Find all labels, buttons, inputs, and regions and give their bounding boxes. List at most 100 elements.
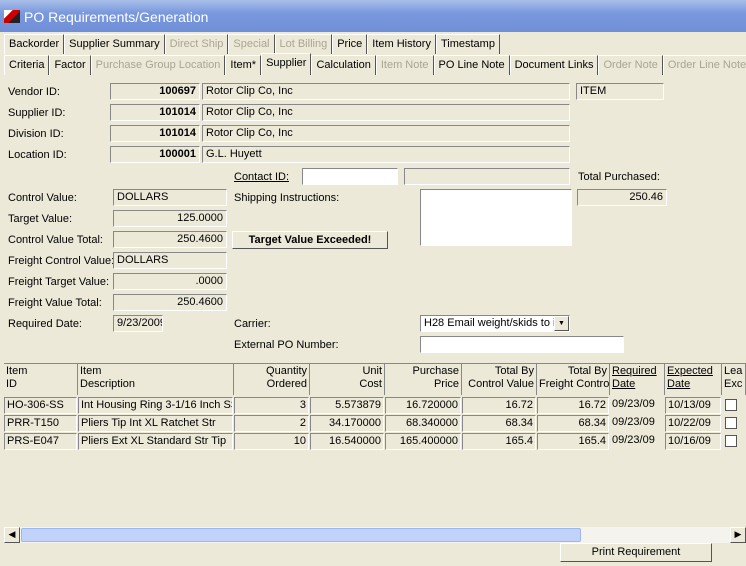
supplier-id-field: 101014 xyxy=(110,104,200,121)
print-requirement-button[interactable]: Print Requirement xyxy=(560,543,712,562)
carrier-value: H28 Email weight/skids to i xyxy=(424,317,556,329)
tab-supplier-summary[interactable]: Supplier Summary xyxy=(64,34,165,54)
column-header-lead-exception[interactable]: Lea Exc xyxy=(722,364,746,395)
cell-total-by-freight-control[interactable]: 16.72 xyxy=(537,397,609,414)
shipping-instructions-label: Shipping Instructions: xyxy=(234,192,340,204)
tab-supplier[interactable]: Supplier xyxy=(261,53,312,75)
column-header-total-by-freight-control[interactable]: Total By Freight Control xyxy=(537,364,610,395)
cell-total-by-control-value[interactable]: 165.4 xyxy=(462,433,536,450)
tab-backorder[interactable]: Backorder xyxy=(4,34,65,54)
header-text: Ordered xyxy=(266,378,307,390)
header-text: Description xyxy=(80,378,136,390)
header-text: Total By xyxy=(567,365,607,377)
cell-required-date[interactable]: 09/23/09 xyxy=(610,415,664,432)
freight-target-value-field: .0000 xyxy=(113,273,227,290)
supplier-name-field: Rotor Clip Co, Inc xyxy=(202,104,570,121)
cell-total-by-control-value[interactable]: 68.34 xyxy=(462,415,536,432)
chevron-down-icon[interactable]: ▼ xyxy=(554,316,569,331)
contact-id-link[interactable]: Contact ID: xyxy=(234,171,289,183)
tab-criteria[interactable]: Criteria xyxy=(4,55,50,75)
shipping-instructions-textarea[interactable] xyxy=(420,189,572,246)
cell-required-date[interactable]: 09/23/09 xyxy=(610,397,664,414)
cell-unit-cost[interactable]: 5.573879 xyxy=(310,397,384,414)
tab-factor[interactable]: Factor xyxy=(49,55,91,75)
target-value-exceeded-button[interactable]: Target Value Exceeded! xyxy=(232,231,388,249)
external-po-input[interactable] xyxy=(420,336,624,353)
supplier-id-label: Supplier ID: xyxy=(8,107,66,119)
column-header-quantity-ordered[interactable]: Quantity Ordered xyxy=(234,364,310,395)
contact-id-input[interactable] xyxy=(302,168,398,185)
cell-quantity-ordered[interactable]: 3 xyxy=(234,397,309,414)
cell-quantity-ordered[interactable]: 2 xyxy=(234,415,309,432)
header-text: Freight Control xyxy=(539,378,610,390)
scroll-left-icon[interactable]: ◀ xyxy=(4,527,20,543)
division-name-field: Rotor Clip Co, Inc xyxy=(202,125,570,142)
lead-exception-checkbox[interactable] xyxy=(725,399,737,411)
division-id-field: 101014 xyxy=(110,125,200,142)
header-text: ID xyxy=(6,378,17,390)
header-text: Date xyxy=(612,378,636,390)
scroll-right-icon[interactable]: ▶ xyxy=(730,527,746,543)
header-text: Date xyxy=(667,378,691,390)
cell-item-description[interactable]: Int Housing Ring 3-1/16 Inch SS xyxy=(78,397,233,414)
cell-purchase-price[interactable]: 68.340000 xyxy=(385,415,461,432)
tab-item[interactable]: Item* xyxy=(225,55,262,75)
cell-purchase-price[interactable]: 165.400000 xyxy=(385,433,461,450)
window-title: PO Requirements/Generation xyxy=(24,9,209,25)
tab-purchase-group-location: Purchase Group Location xyxy=(90,55,226,75)
cell-unit-cost[interactable]: 34.170000 xyxy=(310,415,384,432)
tab-price[interactable]: Price xyxy=(332,34,368,54)
cell-total-by-freight-control[interactable]: 165.4 xyxy=(537,433,609,450)
cell-unit-cost[interactable]: 16.540000 xyxy=(310,433,384,450)
column-header-unit-cost[interactable]: Unit Cost xyxy=(310,364,385,395)
location-name-field: G.L. Huyett xyxy=(202,146,570,163)
scroll-thumb[interactable] xyxy=(21,528,581,542)
column-header-item-id[interactable]: Item ID xyxy=(4,364,78,395)
carrier-select[interactable]: H28 Email weight/skids to i ▼ xyxy=(420,315,570,332)
freight-control-value-field: DOLLARS xyxy=(113,252,227,269)
column-header-total-by-control-value[interactable]: Total By Control Value xyxy=(462,364,537,395)
column-header-required-date[interactable]: Required Date xyxy=(610,364,665,395)
cell-purchase-price[interactable]: 16.720000 xyxy=(385,397,461,414)
column-header-purchase-price[interactable]: Purchase Price xyxy=(385,364,462,395)
cell-total-by-control-value[interactable]: 16.72 xyxy=(462,397,536,414)
cell-total-by-freight-control[interactable]: 68.34 xyxy=(537,415,609,432)
tab-item-note: Item Note xyxy=(375,55,434,75)
cell-item-id[interactable]: PRS-E047 xyxy=(4,433,77,450)
required-date-label: Required Date: xyxy=(8,318,82,330)
freight-value-total-field: 250.4600 xyxy=(113,294,227,311)
cell-expected-date[interactable]: 10/13/09 xyxy=(665,397,721,414)
table-row[interactable]: HO-306-SS Int Housing Ring 3-1/16 Inch SS… xyxy=(4,397,746,414)
freight-control-value-label: Freight Control Value: xyxy=(8,255,115,267)
header-text: Required xyxy=(612,365,657,377)
tab-special: Special xyxy=(228,34,275,54)
table-row[interactable]: PRR-T150 Pliers Tip Int XL Ratchet Str 2 34… xyxy=(4,415,746,432)
header-text: Item xyxy=(6,365,28,377)
cell-quantity-ordered[interactable]: 10 xyxy=(234,433,309,450)
tab-item-history[interactable]: Item History xyxy=(367,34,436,54)
cell-item-description[interactable]: Pliers Tip Int XL Ratchet Str xyxy=(78,415,233,432)
header-text: Purchase xyxy=(412,365,459,377)
cell-required-date[interactable]: 09/23/09 xyxy=(610,433,664,450)
tab-order-note: Order Note xyxy=(598,55,663,75)
table-row[interactable]: PRS-E047 Pliers Ext XL Standard Str Tip 10… xyxy=(4,433,746,450)
tab-direct-ship: Direct Ship xyxy=(164,34,229,54)
cell-expected-date[interactable]: 10/22/09 xyxy=(665,415,721,432)
tab-po-line-note[interactable]: PO Line Note xyxy=(433,55,510,75)
column-header-expected-date[interactable]: Expected Date xyxy=(665,364,722,395)
header-text: Expected xyxy=(667,365,713,377)
tab-document-links[interactable]: Document Links xyxy=(509,55,599,75)
cell-item-id[interactable]: PRR-T150 xyxy=(4,415,77,432)
total-purchased-field: 250.46 xyxy=(577,189,667,206)
lead-exception-checkbox[interactable] xyxy=(725,417,737,429)
column-header-item-description[interactable]: Item Description xyxy=(78,364,234,395)
tab-timestamp[interactable]: Timestamp xyxy=(435,34,500,54)
lead-exception-checkbox[interactable] xyxy=(725,435,737,447)
header-text: Total By xyxy=(494,365,534,377)
cell-item-id[interactable]: HO-306-SS xyxy=(4,397,77,414)
horizontal-scrollbar[interactable]: ◀ ▶ xyxy=(4,527,746,543)
tab-calculation[interactable]: Calculation xyxy=(311,55,376,75)
cell-item-description[interactable]: Pliers Ext XL Standard Str Tip xyxy=(78,433,233,450)
header-text: Exc xyxy=(724,378,743,390)
cell-expected-date[interactable]: 10/16/09 xyxy=(665,433,721,450)
